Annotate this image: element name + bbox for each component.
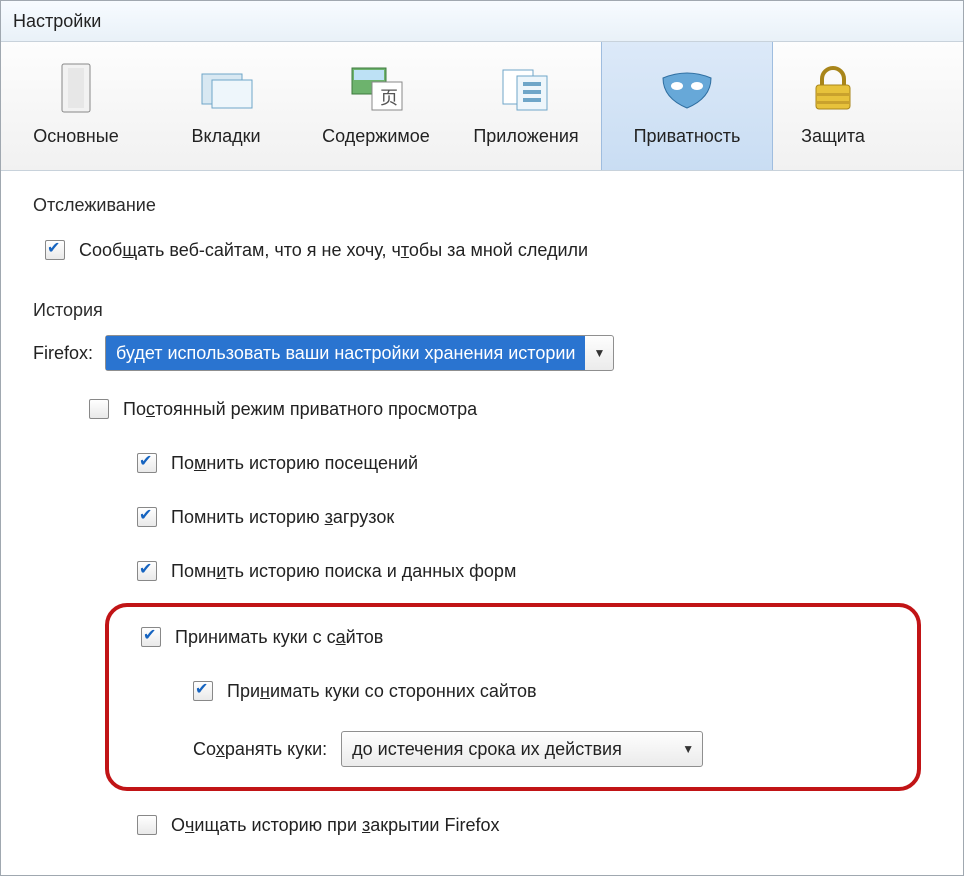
firefox-label: Firefox: xyxy=(33,343,93,364)
chevron-down-icon: ▼ xyxy=(674,742,702,756)
remember-downloads-row: Помнить историю загрузок xyxy=(137,497,931,537)
remember-browsing-checkbox[interactable] xyxy=(137,453,157,473)
remember-search-checkbox[interactable] xyxy=(137,561,157,581)
tabs-icon xyxy=(151,56,301,120)
permanent-private-row: Постоянный режим приватного просмотра xyxy=(89,389,931,429)
accept-cookies-row: Принимать куки с сайтов xyxy=(141,617,899,657)
do-not-track-row: Сообщать веб-сайтам, что я не хочу, чтоб… xyxy=(45,230,931,270)
category-toolbar: Основные Вкладки 页 Содержимое Приложения… xyxy=(1,42,963,171)
remember-search-row: Помнить историю поиска и данных форм xyxy=(137,551,931,591)
remember-search-label: Помнить историю поиска и данных форм xyxy=(171,561,516,582)
tab-general-label: Основные xyxy=(1,126,151,147)
svg-text:页: 页 xyxy=(380,88,398,108)
tab-general[interactable]: Основные xyxy=(1,42,151,170)
tab-content-label: Содержимое xyxy=(301,126,451,147)
tab-privacy[interactable]: Приватность xyxy=(601,42,773,170)
tab-content[interactable]: 页 Содержимое xyxy=(301,42,451,170)
history-mode-row: Firefox: будет использовать ваши настрой… xyxy=(33,335,931,371)
chevron-down-icon: ▼ xyxy=(585,346,613,360)
tab-privacy-label: Приватность xyxy=(602,126,772,147)
general-icon xyxy=(1,56,151,120)
history-mode-select[interactable]: будет использовать ваши настройки хранен… xyxy=(105,335,614,371)
tab-applications[interactable]: Приложения xyxy=(451,42,601,170)
tab-security-label: Защита xyxy=(773,126,893,147)
accept-third-party-label: Принимать куки со сторонних сайтов xyxy=(227,681,537,702)
accept-cookies-label: Принимать куки с сайтов xyxy=(175,627,383,648)
do-not-track-checkbox[interactable] xyxy=(45,240,65,260)
remember-browsing-row: Помнить историю посещений xyxy=(137,443,931,483)
clear-on-close-label: Очищать историю при закрытии Firefox xyxy=(171,815,499,836)
accept-third-party-checkbox[interactable] xyxy=(193,681,213,701)
tab-tabs[interactable]: Вкладки xyxy=(151,42,301,170)
remember-browsing-label: Помнить историю посещений xyxy=(171,453,418,474)
remember-downloads-label: Помнить историю загрузок xyxy=(171,507,394,528)
cookies-highlight-box: Принимать куки с сайтов Принимать куки с… xyxy=(105,603,921,791)
tab-applications-label: Приложения xyxy=(451,126,601,147)
privacy-mask-icon xyxy=(602,56,772,120)
settings-window: Настройки Основные Вкладки 页 Содержимое … xyxy=(0,0,964,876)
tracking-section-label: Отслеживание xyxy=(33,195,931,216)
accept-cookies-checkbox[interactable] xyxy=(141,627,161,647)
do-not-track-label: Сообщать веб-сайтам, что я не хочу, чтоб… xyxy=(79,240,588,261)
permanent-private-label: Постоянный режим приватного просмотра xyxy=(123,399,477,420)
privacy-panel: Отслеживание Сообщать веб-сайтам, что я … xyxy=(1,171,963,845)
keep-cookies-select[interactable]: до истечения срока их действия ▼ xyxy=(341,731,703,767)
tab-tabs-label: Вкладки xyxy=(151,126,301,147)
accept-third-party-row: Принимать куки со сторонних сайтов xyxy=(193,671,899,711)
keep-cookies-label: Сохранять куки: xyxy=(193,739,327,760)
applications-icon xyxy=(451,56,601,120)
history-section-label: История xyxy=(33,300,931,321)
tab-security[interactable]: Защита xyxy=(773,42,893,170)
window-title: Настройки xyxy=(1,1,963,42)
keep-cookies-value: до истечения срока их действия xyxy=(342,732,674,766)
permanent-private-checkbox[interactable] xyxy=(89,399,109,419)
content-icon: 页 xyxy=(301,56,451,120)
clear-on-close-checkbox[interactable] xyxy=(137,815,157,835)
remember-downloads-checkbox[interactable] xyxy=(137,507,157,527)
security-lock-icon xyxy=(773,56,893,120)
history-mode-value: будет использовать ваши настройки хранен… xyxy=(106,336,585,370)
clear-on-close-row: Очищать историю при закрытии Firefox xyxy=(137,805,931,845)
keep-cookies-row: Сохранять куки: до истечения срока их де… xyxy=(193,729,899,769)
